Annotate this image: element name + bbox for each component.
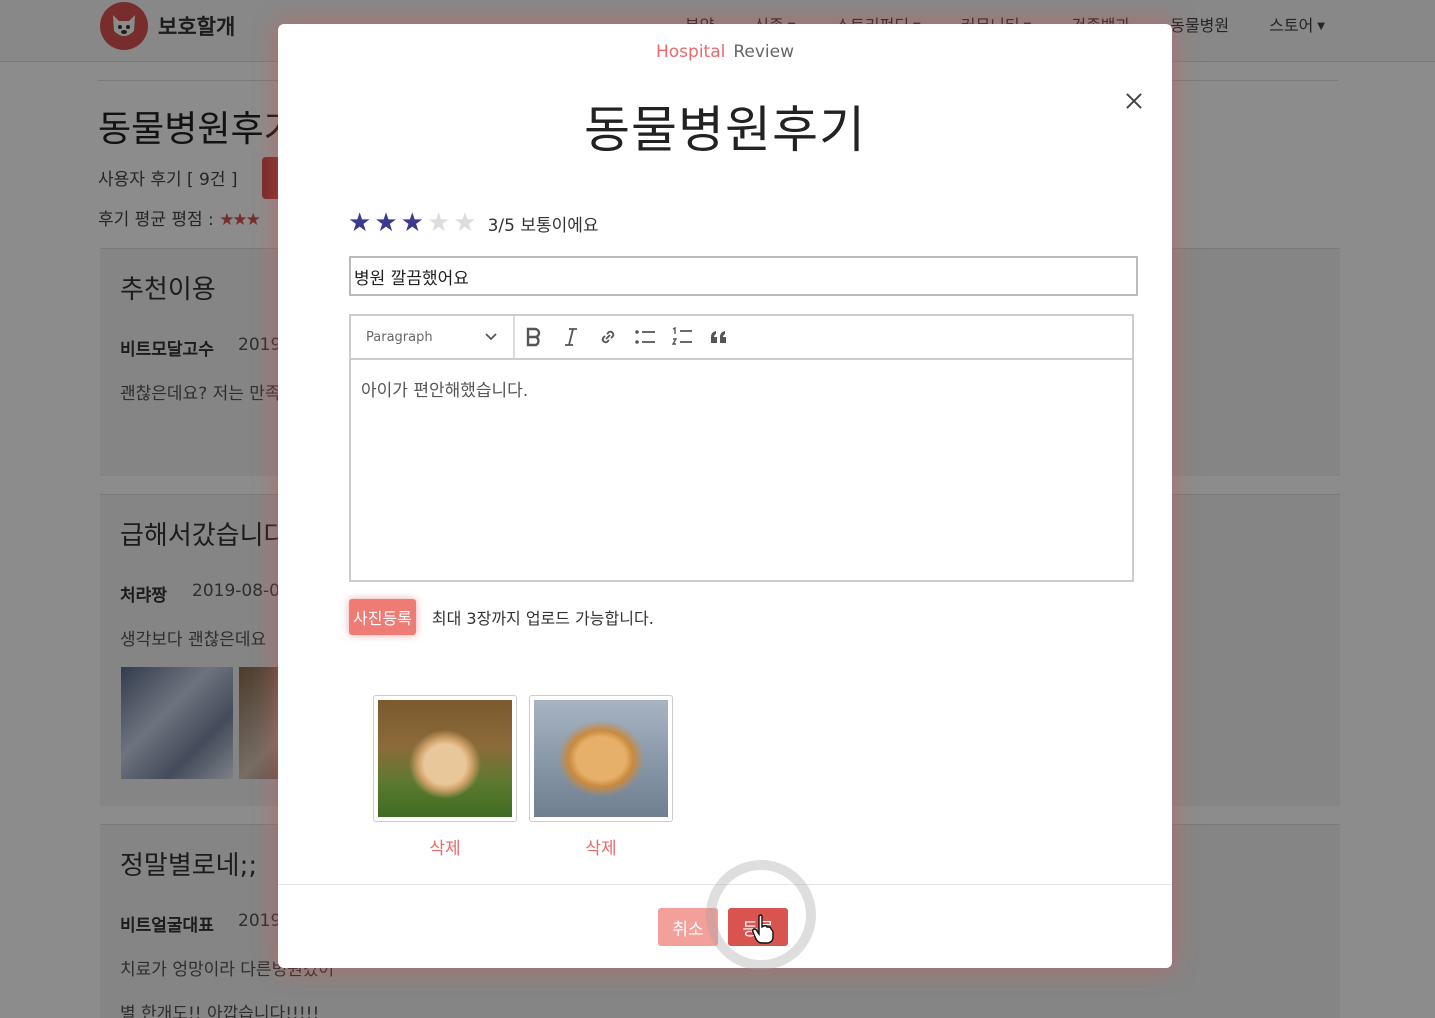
- delete-photo-button[interactable]: 삭제: [529, 834, 673, 859]
- star-icon[interactable]: ★: [427, 210, 450, 236]
- modal-title: 동물병원후기: [584, 101, 866, 159]
- rich-text-editor: Paragraph 아이가 편안해했습니다.: [349, 314, 1134, 582]
- bold-icon[interactable]: [515, 315, 552, 359]
- eyebrow-review: Review: [733, 42, 795, 62]
- dog-photo-image: [378, 700, 512, 817]
- delete-photo-button[interactable]: 삭제: [373, 834, 517, 859]
- editor-toolbar: Paragraph: [351, 316, 1132, 360]
- photo-upload-row: 사진등록 최대 3장까지 업로드 가능합니다.: [349, 599, 654, 635]
- italic-icon[interactable]: [552, 315, 589, 359]
- chevron-down-icon: [485, 330, 497, 345]
- rating-text: 3/5 보통이에요: [487, 215, 599, 236]
- uploaded-photo: 삭제: [373, 695, 517, 859]
- link-icon[interactable]: [589, 315, 626, 359]
- modal-eyebrow: Hospital Review: [278, 42, 1172, 62]
- close-icon[interactable]: [1120, 88, 1148, 116]
- photo-frame: [529, 695, 673, 822]
- star-icon[interactable]: ★: [374, 210, 397, 236]
- review-title-input[interactable]: [349, 256, 1138, 296]
- star-icon[interactable]: ★: [401, 210, 424, 236]
- upload-photo-button[interactable]: 사진등록: [349, 599, 416, 635]
- modal-footer-divider: [278, 884, 1172, 885]
- cancel-button[interactable]: 취소: [658, 908, 718, 946]
- review-modal: Hospital Review 동물병원후기 ★ ★ ★ ★ ★ 3/5 보통이에…: [278, 24, 1172, 970]
- upload-note: 최대 3장까지 업로드 가능합니다.: [431, 609, 654, 628]
- eyebrow-hospital: Hospital: [655, 42, 726, 62]
- uploaded-photo: 삭제: [529, 695, 673, 859]
- star-rating: ★ ★ ★ ★ ★ 3/5 보통이에요: [348, 210, 599, 236]
- star-icon[interactable]: ★: [453, 210, 476, 236]
- photo-frame: [373, 695, 517, 822]
- paragraph-format-label: Paragraph: [366, 329, 433, 345]
- submit-button[interactable]: 등록: [728, 908, 788, 946]
- paragraph-format-select[interactable]: Paragraph: [351, 316, 515, 358]
- bulleted-list-icon[interactable]: [626, 315, 663, 359]
- editor-content[interactable]: 아이가 편안해했습니다.: [351, 360, 1132, 417]
- star-icon[interactable]: ★: [348, 210, 371, 236]
- numbered-list-icon[interactable]: [663, 315, 700, 359]
- blockquote-icon[interactable]: [700, 315, 737, 359]
- dog-photo-image: [534, 700, 668, 817]
